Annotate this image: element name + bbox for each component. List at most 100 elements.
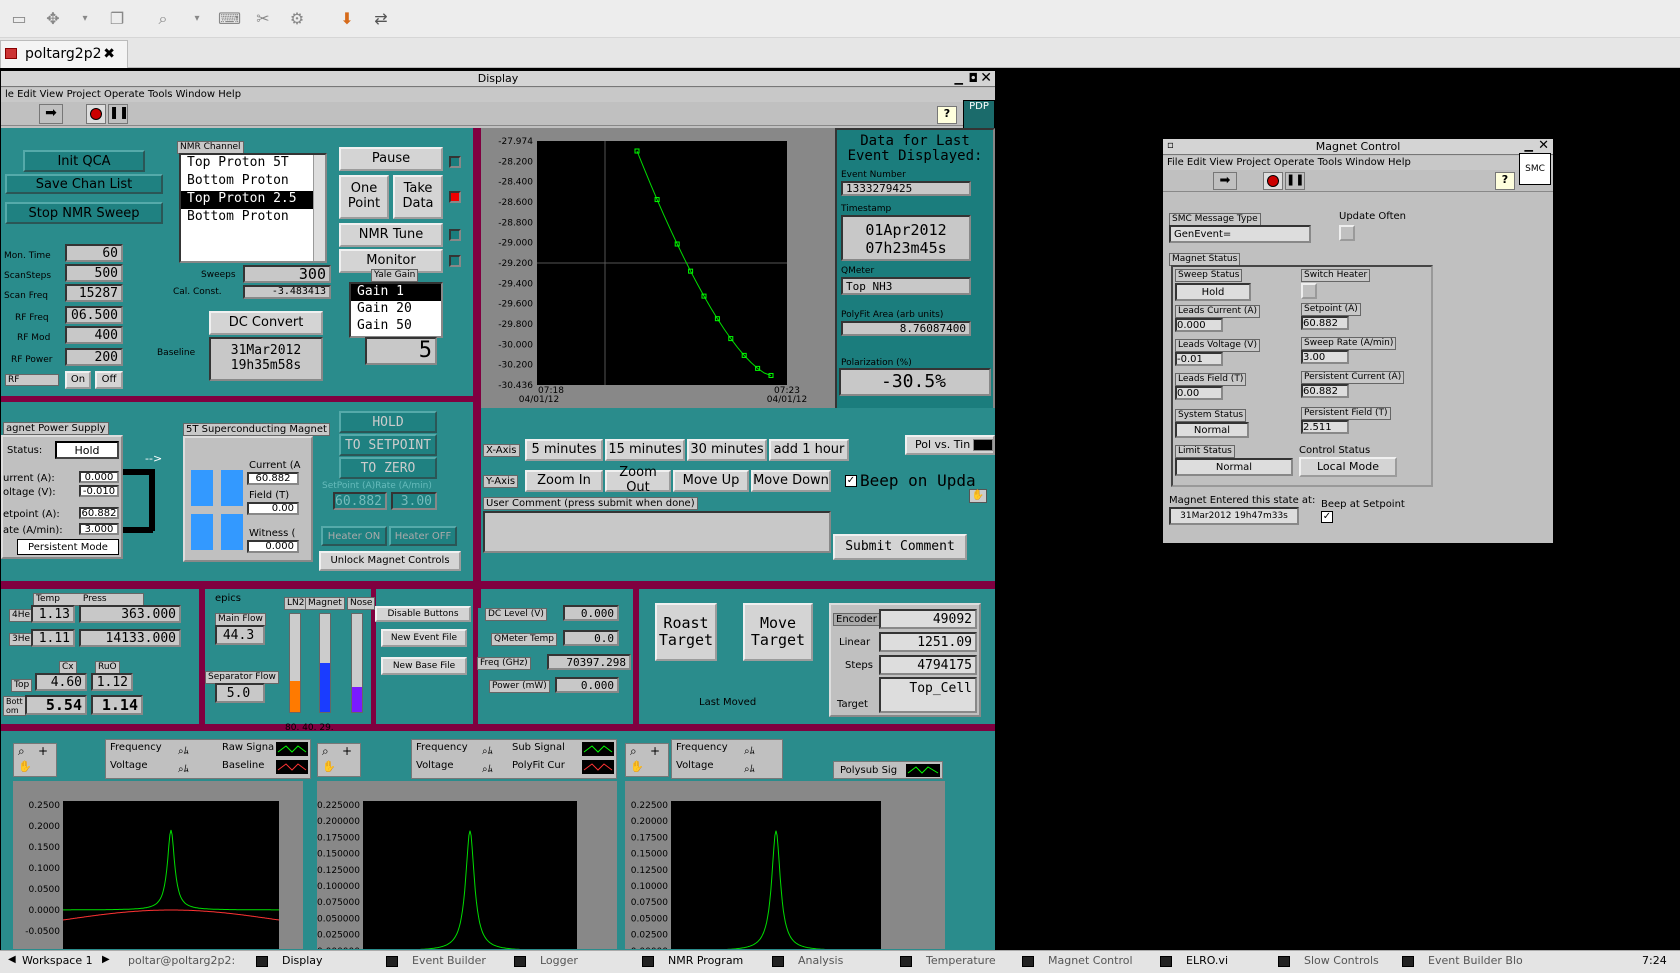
taskbar-item[interactable]: NMR Program [668, 951, 743, 971]
submit-comment-button[interactable]: Submit Comment [833, 534, 967, 560]
to-setpoint-button[interactable]: TO SETPOINT [339, 434, 437, 456]
sweeps-field[interactable]: 300 [243, 265, 331, 283]
pause-icon[interactable]: ❚❚ [108, 104, 129, 124]
rate-input[interactable]: 3.00 [391, 492, 437, 510]
taskbar-item[interactable]: Slow Controls [1304, 951, 1379, 971]
list-item[interactable]: Bottom Proton [181, 209, 325, 227]
zoom-out-button[interactable]: Zoom Out [605, 465, 671, 495]
minimize-icon[interactable]: ▁ [955, 72, 963, 85]
zoom-in-button[interactable]: Zoom In [525, 470, 603, 492]
download-icon[interactable]: ⬇ [336, 9, 358, 29]
graph3-tools[interactable]: ⌕ + ✋ [625, 743, 669, 777]
help-icon[interactable]: ? [1495, 172, 1515, 190]
rf-off-button[interactable]: Off [95, 371, 123, 389]
to-zero-button[interactable]: TO ZERO [339, 457, 437, 479]
beep-checkbox[interactable]: ✓ [845, 475, 857, 487]
move-up-button[interactable]: Move Up [673, 470, 749, 492]
disable-buttons-button[interactable]: Disable Buttons [375, 606, 471, 622]
taskbar-item[interactable]: Event Builder Blo [1428, 951, 1523, 971]
list-item[interactable]: Gain 50 [351, 318, 441, 335]
taskbar-item[interactable]: Analysis [798, 951, 843, 971]
heater-off-button[interactable]: Heater OFF [389, 526, 457, 546]
nmr-tune-button[interactable]: NMR Tune [339, 223, 443, 247]
x-add-1-hour-button[interactable]: add 1 hour [769, 439, 849, 461]
pause-button[interactable]: Pause [339, 147, 443, 171]
yale-gain-list[interactable]: Gain 1 Gain 20 Gain 50 [349, 282, 443, 338]
run-arrow-icon[interactable]: ➡ [39, 104, 63, 124]
close-icon[interactable]: ✖ [103, 41, 115, 67]
user-comment-input[interactable] [483, 511, 831, 553]
save-chan-list-button[interactable]: Save Chan List [5, 174, 163, 194]
x-30-minutes-button[interactable]: 30 minutes [687, 439, 767, 461]
settings-icon[interactable]: ⚙ [286, 9, 308, 29]
taskbar-item[interactable]: poltar@poltarg2p2: [128, 951, 235, 971]
scan-freq-field[interactable]: 15287 [65, 284, 123, 302]
zoom-icon[interactable]: ⌕ [152, 9, 174, 29]
run-arrow-icon[interactable]: ➡ [1213, 172, 1237, 190]
new-base-file-button[interactable]: New Base File [381, 657, 467, 675]
list-item[interactable]: Bottom Proton [181, 173, 325, 191]
workspace-prev-icon[interactable]: ◀ [8, 954, 16, 965]
graph2-tools[interactable]: ⌕ + ✋ [317, 743, 361, 777]
tab-poltarg2p2[interactable]: poltarg2p2 ✖ [0, 40, 128, 68]
hold-button[interactable]: HOLD [339, 411, 437, 433]
taskbar-item[interactable]: Magnet Control [1048, 951, 1133, 971]
take-data-button[interactable]: Take Data [393, 175, 443, 219]
pol-vs-time-selector[interactable]: Pol vs. Tin [905, 435, 995, 455]
x-15-minutes-button[interactable]: 15 minutes [605, 439, 685, 461]
window-icon[interactable]: ▭ [8, 9, 30, 29]
taskbar-item[interactable]: Event Builder [412, 951, 486, 971]
rf-freq-field[interactable]: 06.500 [65, 306, 123, 324]
window-menu-icon[interactable]: ▫ [1167, 140, 1174, 151]
one-point-button[interactable]: One Point [339, 175, 389, 219]
workspace-label[interactable]: Workspace 1 [22, 951, 93, 971]
taskbar-item[interactable]: Logger [540, 951, 578, 971]
list-scrollbar[interactable] [313, 155, 325, 261]
close-icon[interactable]: ✕ [980, 70, 992, 86]
move-icon[interactable]: ✥ [42, 9, 64, 29]
stop-nmr-sweep-button[interactable]: Stop NMR Sweep [5, 202, 163, 224]
record-icon[interactable] [1263, 172, 1283, 190]
x-5-minutes-button[interactable]: 5 minutes [525, 439, 603, 461]
taskbar-item[interactable]: ELRO.vi [1186, 951, 1228, 971]
update-often-toggle[interactable] [1339, 225, 1355, 241]
msg-type-field[interactable]: GenEvent= [1169, 225, 1311, 243]
rf-on-button[interactable]: On [65, 371, 91, 389]
taskbar-item[interactable]: Display [282, 951, 323, 971]
pause-icon[interactable]: ❚❚ [1285, 172, 1305, 190]
move-target-button[interactable]: Move Target [743, 603, 813, 661]
dc-convert-button[interactable]: DC Convert [209, 311, 323, 335]
mon-time-field[interactable]: 60 [65, 244, 123, 262]
hand-icon[interactable]: ✋ [969, 489, 987, 503]
connect-icon[interactable]: ⇄ [370, 9, 392, 29]
setpoint-input[interactable]: 60.882 [333, 492, 387, 510]
copy-icon[interactable]: ❐ [106, 9, 128, 29]
beep-setpoint-checkbox[interactable]: ✓ [1321, 511, 1333, 523]
tools-icon[interactable]: ✂ [252, 9, 274, 29]
list-item[interactable]: Gain 20 [351, 301, 441, 318]
minimize-icon[interactable]: ▁ [1525, 139, 1533, 152]
cal-const-field[interactable]: -3.483413 [243, 285, 331, 299]
scansteps-field[interactable]: 500 [65, 264, 123, 282]
rf-mod-field[interactable]: 400 [65, 326, 123, 344]
record-icon[interactable] [86, 104, 106, 124]
chevron-down-icon[interactable]: ▾ [186, 9, 208, 29]
roast-target-button[interactable]: Roast Target [655, 603, 717, 661]
list-item[interactable]: Top Proton 2.5 [181, 191, 325, 209]
rf-power-field[interactable]: 200 [65, 348, 123, 366]
unlock-magnet-controls-button[interactable]: Unlock Magnet Controls [319, 551, 461, 571]
init-qca-button[interactable]: Init QCA [23, 150, 145, 172]
help-icon[interactable]: ? [937, 106, 957, 124]
menu-bar[interactable]: File Edit View Project Operate Tools Win… [1163, 156, 1553, 170]
menu-bar[interactable]: le Edit View Project Operate Tools Windo… [1, 88, 995, 102]
chevron-down-icon[interactable]: ▾ [74, 9, 96, 29]
nmr-channel-list[interactable]: Top Proton 5T Bottom Proton Top Proton 2… [179, 153, 327, 263]
heater-on-button[interactable]: Heater ON [321, 526, 387, 546]
list-item[interactable]: Gain 1 [351, 284, 441, 301]
keyboard-icon[interactable]: ⌨ [218, 9, 241, 29]
taskbar-item[interactable]: Temperature [926, 951, 996, 971]
new-event-file-button[interactable]: New Event File [381, 629, 467, 647]
local-mode-button[interactable]: Local Mode [1299, 457, 1397, 477]
maximize-icon[interactable]: ◘ [969, 71, 979, 85]
graph1-tools[interactable]: ⌕ + ✋ [13, 743, 57, 777]
